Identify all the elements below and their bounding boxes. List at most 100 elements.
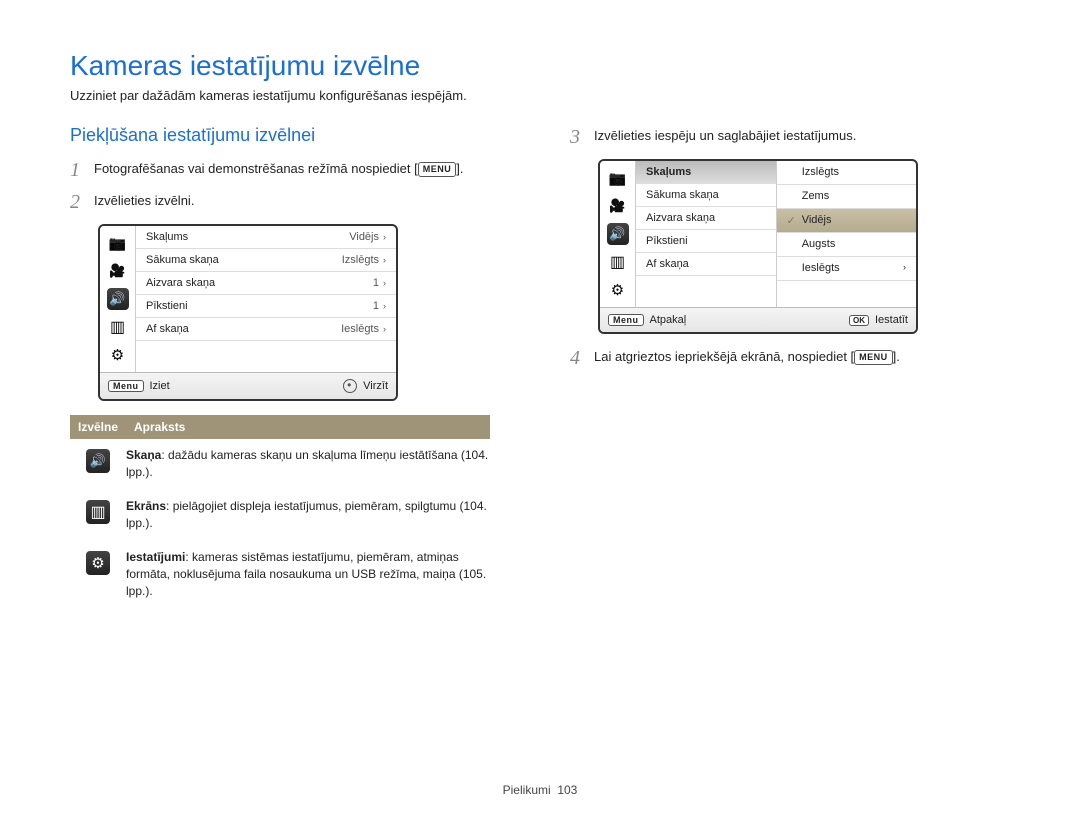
check-icon: ✓ [787, 214, 796, 227]
screen-icon [607, 251, 629, 273]
footer-label: Pielikumi [503, 783, 551, 797]
screen-footer: Menu Atpakaļ OK Iestatīt [600, 307, 916, 332]
desc-bold: Iestatījumi [126, 550, 185, 564]
option-row: ✓Izslēgts [777, 161, 917, 185]
camera-option-screenshot: Skaļums Sākuma skaņa Aizvara skaņa Pīkst… [598, 159, 918, 334]
option-label: Izslēgts [802, 166, 839, 179]
ok-button-icon: OK [849, 315, 869, 326]
row-label: Sākuma skaņa [146, 254, 219, 266]
menu-button-icon: Menu [108, 380, 144, 392]
left-column: Piekļūšana iestatījumu izvēlnei 1 Fotogr… [70, 125, 510, 609]
step-number: 3 [570, 127, 584, 147]
step-text: Fotografēšanas vai demonstrēšanas režīmā… [94, 160, 510, 179]
row-label: Aizvara skaņa [646, 212, 715, 224]
row-label: Pīkstieni [646, 235, 688, 247]
menu-rows: SkaļumsVidējs› Sākuma skaņaIzslēgts› Aiz… [136, 226, 396, 372]
step1-text-a: Fotografēšanas vai demonstrēšanas režīmā… [94, 161, 418, 176]
menu-button-icon: Menu [608, 314, 644, 326]
sidebar-icons [100, 226, 136, 372]
row-value: Izslēgts [342, 254, 379, 266]
step-1: 1 Fotografēšanas vai demonstrēšanas režī… [70, 160, 510, 180]
step1-text-b: ]. [456, 161, 463, 176]
screen-icon [107, 316, 129, 338]
row-value: 1 [373, 277, 379, 289]
camera-menu-screenshot: SkaļumsVidējs› Sākuma skaņaIzslēgts› Aiz… [98, 224, 398, 401]
option-label: Vidējs [802, 214, 832, 227]
screen-footer: Menu Iziet Virzīt [100, 372, 396, 399]
gear-icon [107, 344, 129, 366]
option-labels: Skaļums Sākuma skaņa Aizvara skaņa Pīkst… [636, 161, 776, 307]
camera-icon [607, 167, 629, 189]
option-values: ✓Izslēgts ✓Zems ✓ Vidējs ✓Augsts ✓Ieslēgt… [776, 161, 917, 307]
option-row: ✓Ieslēgts› [777, 257, 917, 281]
step-number: 4 [570, 348, 584, 368]
footer-right-label: Iestatīt [875, 314, 908, 326]
row-label: Skaļums [646, 166, 691, 178]
menu-row: Aizvara skaņa [636, 207, 776, 230]
step-number: 2 [70, 192, 84, 212]
option-label: Zems [802, 190, 830, 203]
step-text: Izvēlieties iespēju un saglabājiet iesta… [594, 127, 1010, 146]
row-value: Ieslēgts [341, 323, 379, 335]
option-row: ✓Zems [777, 185, 917, 209]
step4-text-a: Lai atgrieztos iepriekšējā ekrānā, nospi… [594, 349, 854, 364]
row-label: Aizvara skaņa [146, 277, 215, 289]
step-3: 3 Izvēlieties iespēju un saglabājiet ies… [570, 127, 1010, 147]
menu-row: Pīkstieni [636, 230, 776, 253]
desc-row: Skaņa: dažādu kameras skaņu un skaļuma l… [70, 439, 490, 490]
gear-icon [607, 279, 629, 301]
speaker-icon [607, 223, 629, 245]
footer-right-label: Virzīt [363, 380, 388, 392]
menu-button-icon: MENU [418, 162, 457, 177]
gear-icon [86, 551, 110, 575]
row-value: 1 [373, 300, 379, 312]
speaker-icon [86, 449, 110, 473]
footer-left-label: Atpakaļ [650, 314, 687, 326]
footer-left-label: Iziet [150, 380, 170, 392]
step-text: Izvēlieties izvēlni. [94, 192, 510, 211]
screen-icon [86, 500, 110, 524]
camera-icon [107, 232, 129, 254]
menu-button-icon: MENU [854, 350, 893, 365]
option-label: Augsts [802, 238, 836, 251]
menu-row: Sākuma skaņaIzslēgts› [136, 249, 396, 272]
video-icon [607, 195, 629, 217]
option-label: Ieslēgts [802, 262, 840, 275]
desc-bold: Ekrāns [126, 499, 166, 513]
menu-row: SkaļumsVidējs› [136, 226, 396, 249]
step-text: Lai atgrieztos iepriekšējā ekrānā, nospi… [594, 348, 1010, 367]
menu-row: Skaļums [636, 161, 776, 184]
right-column: 3 Izvēlieties iespēju un saglabājiet ies… [570, 125, 1010, 609]
step-4: 4 Lai atgrieztos iepriekšējā ekrānā, nos… [570, 348, 1010, 368]
step-2: 2 Izvēlieties izvēlni. [70, 192, 510, 212]
desc-bold: Skaņa [126, 448, 161, 462]
menu-row-empty [636, 276, 776, 298]
footer-page-number: 103 [557, 783, 577, 797]
row-label: Af skaņa [146, 323, 189, 335]
step-number: 1 [70, 160, 84, 180]
row-label: Pīkstieni [146, 300, 188, 312]
menu-row: Aizvara skaņa1› [136, 272, 396, 295]
page-footer: Pielikumi 103 [0, 783, 1080, 797]
row-label: Skaļums [146, 231, 188, 243]
video-icon [107, 260, 129, 282]
description-table: Izvēlne Apraksts Skaņa: dažādu kameras s… [70, 415, 490, 609]
section-title: Piekļūšana iestatījumu izvēlnei [70, 125, 510, 146]
option-row-empty [777, 281, 917, 303]
option-row: ✓Augsts [777, 233, 917, 257]
step4-text-b: ]. [893, 349, 900, 364]
page-subtitle: Uzziniet par dažādām kameras iestatījumu… [70, 88, 1010, 103]
desc-head-text-col: Apraksts [126, 415, 193, 439]
row-label: Af skaņa [646, 258, 689, 270]
desc-text: : pielāgojiet displeja iestatījumus, pie… [126, 499, 487, 530]
menu-row: Af skaņa [636, 253, 776, 276]
desc-row: Iestatījumi: kameras sistēmas iestatījum… [70, 541, 490, 609]
page-title: Kameras iestatījumu izvēlne [70, 50, 1010, 82]
desc-row: Ekrāns: pielāgojiet displeja iestatījumu… [70, 490, 490, 541]
speaker-icon [107, 288, 129, 310]
option-row-selected: ✓ Vidējs [777, 209, 917, 233]
sidebar-icons [600, 161, 636, 307]
row-value: Vidējs [349, 231, 379, 243]
menu-row: Pīkstieni1› [136, 295, 396, 318]
desc-head-icon-col: Izvēlne [70, 415, 126, 439]
